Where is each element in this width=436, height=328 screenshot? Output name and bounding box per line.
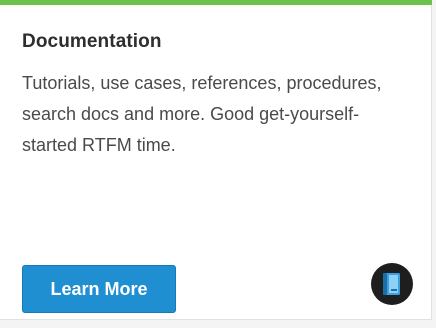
card-title: Documentation (22, 31, 162, 52)
book-icon-glyph (383, 273, 400, 295)
card-accent-bar (0, 0, 432, 5)
documentation-card: Documentation Tutorials, use cases, refe… (0, 0, 432, 320)
book-icon (371, 263, 413, 305)
card-description: Tutorials, use cases, references, proced… (22, 73, 382, 155)
learn-more-button[interactable]: Learn More (22, 265, 176, 313)
